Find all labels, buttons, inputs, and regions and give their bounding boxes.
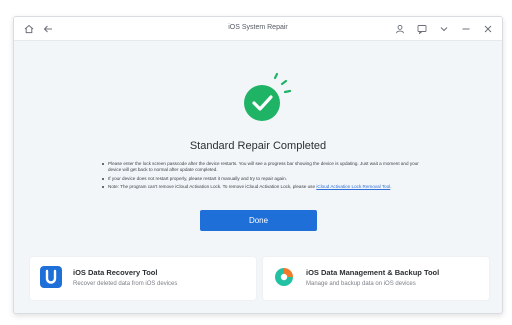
list-item: If your device does not restart properly… <box>102 176 432 182</box>
check-circle-icon <box>236 69 296 129</box>
user-icon[interactable] <box>393 22 406 35</box>
page-title: Standard Repair Completed <box>189 140 327 152</box>
card-title: iOS Data Recovery Tool <box>73 268 158 277</box>
instructions-list: Please enter the lock screen passcode af… <box>102 161 432 193</box>
close-icon[interactable] <box>481 22 494 35</box>
data-recovery-card[interactable]: iOS Data Recovery Tool Recover deleted d… <box>30 257 256 300</box>
card-title: iOS Data Management & Backup Tool <box>306 268 440 277</box>
feedback-icon[interactable] <box>415 22 428 35</box>
card-description: Manage and backup data on iOS devices <box>306 281 416 287</box>
list-item: Please enter the lock screen passcode af… <box>102 161 432 174</box>
note-text: If your device does not restart properly… <box>108 175 287 181</box>
note-text: Please enter the lock screen passcode af… <box>108 161 419 173</box>
title-bar: iOS System Repair <box>14 17 502 41</box>
app-window: iOS System Repair Standard Repair Comple… <box>13 16 503 314</box>
note-suffix: . <box>390 184 392 190</box>
list-item: Note: The program can't remove iCloud Ac… <box>102 184 432 190</box>
data-management-icon <box>273 266 295 288</box>
card-description: Recover deleted data from iOS devices <box>73 281 178 287</box>
menu-icon[interactable] <box>437 22 450 35</box>
titlebar-right-controls <box>393 22 494 35</box>
icloud-removal-tool-link[interactable]: iCloud Activation Lock Removal Tool <box>316 184 390 189</box>
minimize-icon[interactable] <box>459 22 472 35</box>
note-text: Note: The program can't remove iCloud Ac… <box>108 184 317 190</box>
data-management-card[interactable]: iOS Data Management & Backup Tool Manage… <box>263 257 489 300</box>
done-button[interactable]: Done <box>200 210 317 231</box>
data-recovery-icon <box>40 266 62 288</box>
